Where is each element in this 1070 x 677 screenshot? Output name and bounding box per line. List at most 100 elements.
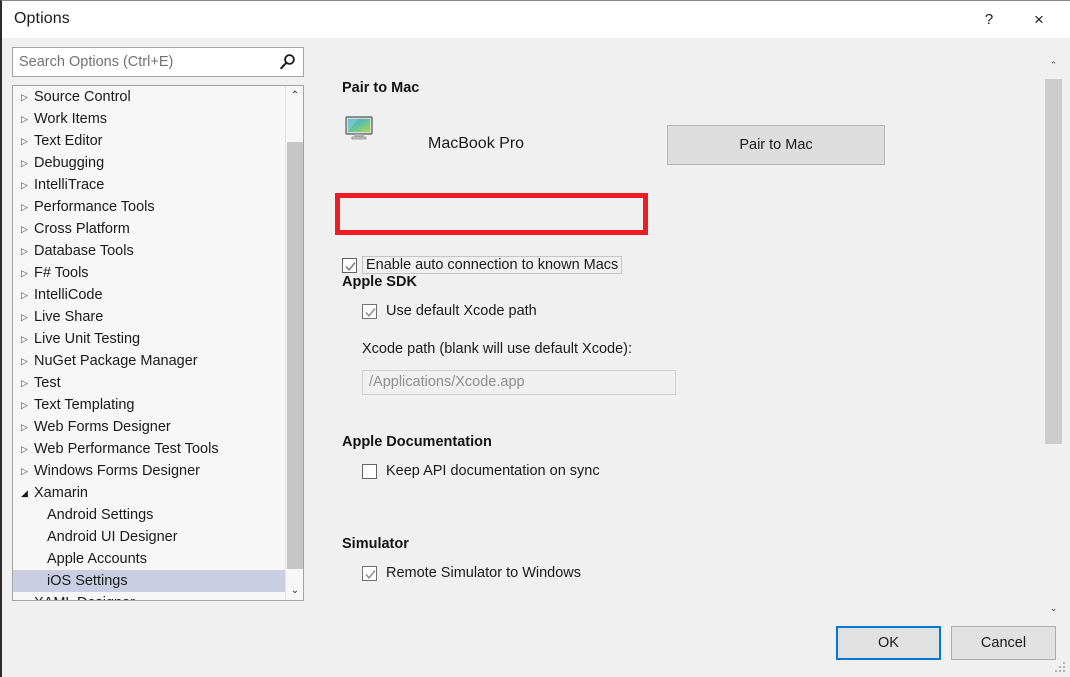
chevron-right-icon[interactable]: ▷: [21, 108, 34, 130]
options-tree-panel: ▷ Source Control ▷ Work Items ▷ Text Editor ▷ D…: [12, 85, 304, 601]
checkbox-box[interactable]: [342, 257, 357, 273]
tree-item-label: Cross Platform: [34, 221, 130, 237]
tree-item-f-tools[interactable]: ▷ F# Tools: [13, 262, 285, 284]
chevron-right-icon[interactable]: ▷: [21, 240, 34, 262]
tree-item-label: XAML Designer: [34, 595, 135, 600]
tree-item-test[interactable]: ▷ Test: [13, 372, 285, 394]
resize-grip[interactable]: [1054, 661, 1067, 674]
tree-item-android-settings[interactable]: Android Settings: [13, 504, 285, 526]
tree-item-label: Text Editor: [34, 133, 103, 149]
enable-auto-connection-label: Enable auto connection to known Macs: [362, 256, 623, 274]
monitor-icon: [345, 116, 373, 140]
tree-item-label: Android Settings: [47, 507, 154, 523]
checkbox-box[interactable]: [362, 463, 377, 479]
tree-item-label: NuGet Package Manager: [34, 353, 198, 369]
remote-simulator-checkbox[interactable]: Remote Simulator to Windows: [362, 565, 581, 581]
chevron-down-icon[interactable]: ◢: [21, 482, 34, 504]
tree-item-work-items[interactable]: ▷ Work Items: [13, 108, 285, 130]
use-default-xcode-path-label: Use default Xcode path: [386, 303, 537, 319]
window-title: Options: [14, 10, 70, 27]
search-input[interactable]: [13, 48, 275, 76]
tree-item-label: Web Performance Test Tools: [34, 441, 219, 457]
xcode-path-input[interactable]: /Applications/Xcode.app: [362, 370, 676, 395]
tree-item-label: Apple Accounts: [47, 551, 147, 567]
tree-item-label: Xamarin: [34, 485, 88, 501]
checkbox-box[interactable]: [362, 565, 377, 581]
tree-item-cross-platform[interactable]: ▷ Cross Platform: [13, 218, 285, 240]
tree-item-web-forms-designer[interactable]: ▷ Web Forms Designer: [13, 416, 285, 438]
tree-item-text-editor[interactable]: ▷ Text Editor: [13, 130, 285, 152]
tree-item-ios-settings[interactable]: iOS Settings: [13, 570, 285, 592]
tree-scrollbar[interactable]: ⌃ ⌄: [285, 86, 303, 600]
keep-api-documentation-checkbox[interactable]: Keep API documentation on sync: [362, 463, 600, 479]
tree-item-label: Windows Forms Designer: [34, 463, 200, 479]
chevron-right-icon[interactable]: ▷: [21, 372, 34, 394]
chevron-right-icon[interactable]: ▷: [21, 130, 34, 152]
chevron-right-icon[interactable]: ▷: [21, 394, 34, 416]
tree-item-nuget-package-manager[interactable]: ▷ NuGet Package Manager: [13, 350, 285, 372]
tree-item-windows-forms-designer[interactable]: ▷ Windows Forms Designer: [13, 460, 285, 482]
chevron-right-icon[interactable]: ▷: [21, 218, 34, 240]
content-scroll-up-button[interactable]: ⌃: [1045, 57, 1062, 74]
tree-item-label: Debugging: [34, 155, 105, 171]
tree-item-label: Live Share: [34, 309, 104, 325]
tree-item-label: F# Tools: [34, 265, 89, 281]
chevron-right-icon[interactable]: ▷: [21, 284, 34, 306]
chevron-right-icon[interactable]: ▷: [21, 592, 34, 600]
enable-auto-connection-checkbox[interactable]: Enable auto connection to known Macs: [342, 256, 623, 274]
use-default-xcode-path-checkbox[interactable]: Use default Xcode path: [362, 303, 537, 319]
options-tree[interactable]: ▷ Source Control ▷ Work Items ▷ Text Editor ▷ D…: [13, 86, 285, 600]
tree-item-text-templating[interactable]: ▷ Text Templating: [13, 394, 285, 416]
search-icon[interactable]: [277, 52, 299, 72]
tree-item-intellitrace[interactable]: ▷ IntelliTrace: [13, 174, 285, 196]
checkmark-icon: [345, 261, 356, 271]
keep-api-documentation-label: Keep API documentation on sync: [386, 463, 600, 479]
checkbox-box[interactable]: [362, 303, 377, 319]
tree-item-xamarin[interactable]: ◢ Xamarin: [13, 482, 285, 504]
chevron-right-icon[interactable]: ▷: [21, 196, 34, 218]
tree-item-source-control[interactable]: ▷ Source Control: [13, 86, 285, 108]
chevron-right-icon[interactable]: ▷: [21, 350, 34, 372]
tree-item-label: Source Control: [34, 89, 131, 105]
close-button[interactable]: ×: [1016, 1, 1062, 38]
tree-item-xaml-designer[interactable]: ▷XAML Designer: [13, 592, 285, 600]
tree-item-label: IntelliCode: [34, 287, 103, 303]
tree-scrollbar-thumb[interactable]: [287, 142, 303, 569]
chevron-right-icon[interactable]: ▷: [21, 262, 34, 284]
pair-to-mac-button[interactable]: Pair to Mac: [667, 125, 885, 165]
chevron-right-icon[interactable]: ▷: [21, 306, 34, 328]
content-scroll-down-button[interactable]: ⌄: [1045, 600, 1062, 617]
remote-simulator-label: Remote Simulator to Windows: [386, 565, 582, 581]
title-bar: Options ? ×: [2, 1, 1070, 38]
chevron-right-icon[interactable]: ▷: [21, 460, 34, 482]
tree-item-web-performance-test-tools[interactable]: ▷ Web Performance Test Tools: [13, 438, 285, 460]
paired-device-name: MacBook Pro: [428, 135, 525, 152]
xcode-path-label: Xcode path (blank will use default Xcode…: [362, 341, 633, 357]
tree-scroll-down-button[interactable]: ⌄: [286, 581, 303, 600]
simulator-heading: Simulator: [342, 536, 409, 552]
tree-item-database-tools[interactable]: ▷ Database Tools: [13, 240, 285, 262]
help-button[interactable]: ?: [966, 1, 1012, 38]
cancel-button[interactable]: Cancel: [951, 626, 1056, 660]
tree-item-performance-tools[interactable]: ▷ Performance Tools: [13, 196, 285, 218]
content-scrollbar[interactable]: ⌃ ⌄: [1045, 57, 1062, 617]
chevron-right-icon[interactable]: ▷: [21, 438, 34, 460]
ok-button[interactable]: OK: [836, 626, 941, 660]
chevron-right-icon[interactable]: ▷: [21, 152, 34, 174]
options-content-panel: Pair to Mac MacBook Pro Pair to Mac Enab…: [328, 53, 1040, 613]
content-scrollbar-thumb[interactable]: [1045, 79, 1062, 444]
tree-scroll-up-button[interactable]: ⌃: [286, 86, 303, 105]
chevron-right-icon[interactable]: ▷: [21, 328, 34, 350]
chevron-right-icon[interactable]: ▷: [21, 86, 34, 108]
tree-item-intellicode[interactable]: ▷ IntelliCode: [13, 284, 285, 306]
search-box[interactable]: [12, 47, 304, 77]
tree-item-debugging[interactable]: ▷ Debugging: [13, 152, 285, 174]
chevron-right-icon[interactable]: ▷: [21, 174, 34, 196]
tree-item-label: Text Templating: [34, 397, 135, 413]
pair-to-mac-heading: Pair to Mac: [342, 80, 420, 96]
tree-item-live-share[interactable]: ▷ Live Share: [13, 306, 285, 328]
chevron-right-icon[interactable]: ▷: [21, 416, 34, 438]
tree-item-live-unit-testing[interactable]: ▷ Live Unit Testing: [13, 328, 285, 350]
tree-item-apple-accounts[interactable]: Apple Accounts: [13, 548, 285, 570]
tree-item-android-ui-designer[interactable]: Android UI Designer: [13, 526, 285, 548]
